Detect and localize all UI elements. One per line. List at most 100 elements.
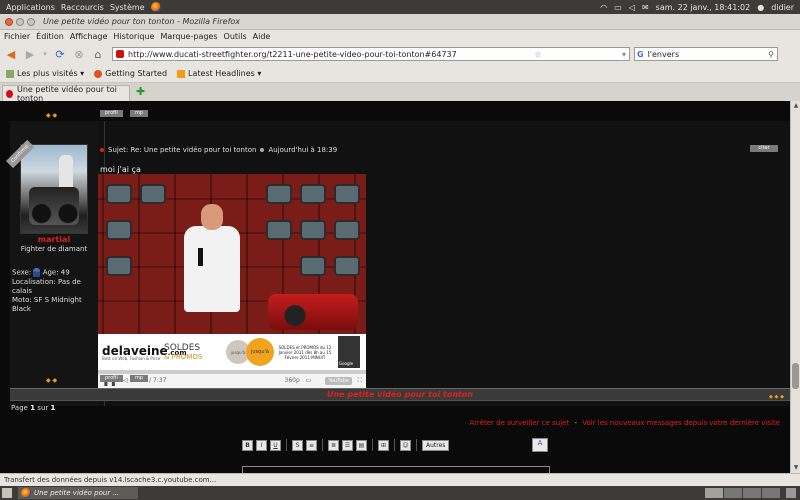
- search-magnifier-icon[interactable]: ⚲: [768, 50, 774, 59]
- url-bar[interactable]: http://www.ducati-streetfighter.org/t221…: [112, 47, 630, 61]
- align-left-button[interactable]: ≡: [306, 439, 317, 451]
- system-menu-shortcuts[interactable]: Raccourcis: [61, 3, 104, 12]
- workspace-4[interactable]: [762, 488, 780, 498]
- close-window-button[interactable]: [5, 17, 13, 26]
- scrollbar-thumb[interactable]: [792, 363, 799, 389]
- battery-icon[interactable]: ▭: [614, 3, 622, 12]
- quote-button[interactable]: citer: [750, 145, 778, 152]
- new-tab-plus-icon[interactable]: ✚: [136, 85, 145, 98]
- youtube-video-embed[interactable]: delaveine.com Best on Web, Fashion & Pric…: [98, 174, 366, 390]
- italic-button[interactable]: I: [256, 439, 267, 451]
- profile-button-bottom[interactable]: profil: [100, 375, 123, 382]
- clock[interactable]: sam. 22 janv., 18:41:02: [656, 3, 751, 12]
- reload-icon[interactable]: ⟳: [52, 46, 68, 62]
- home-icon[interactable]: ⌂: [90, 46, 106, 62]
- maximize-window-button[interactable]: [27, 17, 35, 26]
- thread-title-bar: Une petite vidéo pour toi tonton ◆ ◆ ◆: [10, 388, 790, 401]
- forward-arrow-icon[interactable]: ▶: [22, 46, 38, 62]
- tab-current[interactable]: Une petite vidéo pour toi tonton: [2, 84, 130, 103]
- firefox-task-icon: [21, 488, 31, 498]
- workspace-1[interactable]: [705, 488, 723, 498]
- system-menu-system[interactable]: Système: [110, 3, 145, 12]
- video-window: [106, 256, 132, 276]
- more-options-button[interactable]: Autres: [422, 439, 450, 451]
- firefox-launcher-icon[interactable]: [150, 2, 161, 12]
- strike-button[interactable]: S: [292, 439, 303, 451]
- trash-icon[interactable]: [786, 488, 796, 498]
- workspace-3[interactable]: [743, 488, 761, 498]
- popout-icon[interactable]: ▭: [306, 377, 312, 384]
- tab-label: Une petite vidéo pour toi tonton: [16, 84, 117, 103]
- fullscreen-icon[interactable]: ⛶: [358, 377, 362, 385]
- wifi-icon[interactable]: ◠: [600, 3, 607, 12]
- minimize-window-button[interactable]: [16, 17, 24, 26]
- scroll-down-icon[interactable]: ▼: [792, 464, 800, 472]
- volume-icon[interactable]: ◁: [629, 3, 635, 12]
- workspace-switcher: [705, 488, 780, 498]
- stop-watching-link[interactable]: Arrêter de surveiller ce sujet: [469, 419, 569, 427]
- reply-textarea[interactable]: [242, 466, 550, 473]
- window-titlebar: Une petite vidéo pour ton tonton - Mozil…: [0, 14, 800, 30]
- video-progress-bar[interactable]: [98, 371, 366, 374]
- menu-tools[interactable]: Outils: [224, 32, 247, 41]
- back-arrow-icon[interactable]: ◀: [3, 46, 19, 62]
- video-window: [334, 184, 360, 204]
- menu-history[interactable]: Historique: [113, 32, 154, 41]
- smiley-button[interactable]: ☺: [400, 439, 411, 451]
- menu-help[interactable]: Aide: [253, 32, 271, 41]
- author-username[interactable]: martial: [10, 235, 98, 244]
- toolbar-divider: [372, 439, 373, 451]
- quality-selector[interactable]: 360p: [285, 377, 300, 384]
- youtube-logo[interactable]: YouTube: [325, 376, 352, 385]
- thread-nav-arrows-icon[interactable]: ◆ ◆ ◆: [769, 391, 784, 403]
- video-ad-banner[interactable]: delaveine.com Best on Web, Fashion & Pric…: [98, 334, 366, 370]
- system-menu-applications[interactable]: Applications: [6, 3, 55, 12]
- bookmark-star-icon[interactable]: ☆: [534, 50, 541, 59]
- menu-bookmarks[interactable]: Marque-pages: [160, 32, 217, 41]
- author-profile-info: Sexe: Age: 49 Localisation: Pas de calai…: [12, 268, 100, 314]
- ad-soldes: SOLDES & PROMOS: [164, 343, 203, 361]
- taskbar-window-firefox[interactable]: Une petite vidéo pour ...: [18, 487, 138, 499]
- user-icon: ●: [757, 2, 765, 12]
- scroll-up-icon[interactable]: ▲: [792, 102, 800, 110]
- bookmark-most-visited[interactable]: Les plus visités ▾: [6, 69, 84, 78]
- system-top-bar: Applications Raccourcis Système ◠ ▭ ◁ ✉ …: [0, 0, 800, 14]
- post-subject: Sujet: Re: Une petite vidéo pour toi ton…: [108, 146, 257, 154]
- bookmark-latest-headlines[interactable]: Latest Headlines ▾: [177, 69, 261, 78]
- post-nav-arrows-icon[interactable]: ◆ ◆: [46, 112, 57, 119]
- google-engine-icon[interactable]: G: [637, 50, 644, 59]
- search-box[interactable]: G l'envers ⚲: [634, 47, 778, 61]
- taskbar: Une petite vidéo pour ...: [0, 486, 800, 500]
- volume-control-icon[interactable]: ◁: [123, 377, 128, 384]
- workspace-2[interactable]: [724, 488, 742, 498]
- underline-button[interactable]: U: [270, 439, 281, 451]
- profile-button-top[interactable]: profil: [100, 110, 123, 117]
- page-scrollbar[interactable]: ▲ ▼: [790, 101, 800, 473]
- stop-icon[interactable]: ⊗: [71, 46, 87, 62]
- mail-icon[interactable]: ✉: [642, 3, 649, 12]
- video-window: [300, 220, 326, 240]
- align-right-button[interactable]: ☰: [342, 439, 353, 451]
- status-text: Transfert des données depuis v14.lscache…: [4, 476, 217, 484]
- menu-file[interactable]: Fichier: [4, 32, 30, 41]
- user-name[interactable]: didier: [771, 3, 794, 12]
- post-nav-arrows-bottom-icon[interactable]: ◆ ◆: [46, 377, 57, 384]
- text-format-button[interactable]: A: [532, 438, 548, 452]
- site-favicon-icon: [116, 50, 124, 58]
- bold-button[interactable]: B: [242, 439, 253, 451]
- pm-button-top[interactable]: mp: [130, 110, 149, 117]
- menu-edit[interactable]: Édition: [36, 32, 64, 41]
- video-window: [106, 220, 132, 240]
- history-dropdown-icon[interactable]: ▾: [41, 46, 49, 62]
- justify-button[interactable]: ▤: [356, 439, 367, 451]
- pm-button-bottom[interactable]: mp: [130, 375, 149, 382]
- show-desktop-icon[interactable]: [2, 488, 12, 498]
- ad-circle-orange: jusqu'à: [246, 338, 274, 366]
- table-button[interactable]: ⊞: [378, 439, 389, 451]
- bookmark-getting-started[interactable]: Getting Started: [94, 69, 167, 78]
- new-messages-link[interactable]: Voir les nouveaux messages depuis votre …: [582, 419, 780, 427]
- align-center-button[interactable]: ≣: [328, 439, 339, 451]
- author-avatar[interactable]: [20, 144, 88, 234]
- url-dropdown-icon[interactable]: ▾: [622, 50, 626, 59]
- menu-view[interactable]: Affichage: [70, 32, 108, 41]
